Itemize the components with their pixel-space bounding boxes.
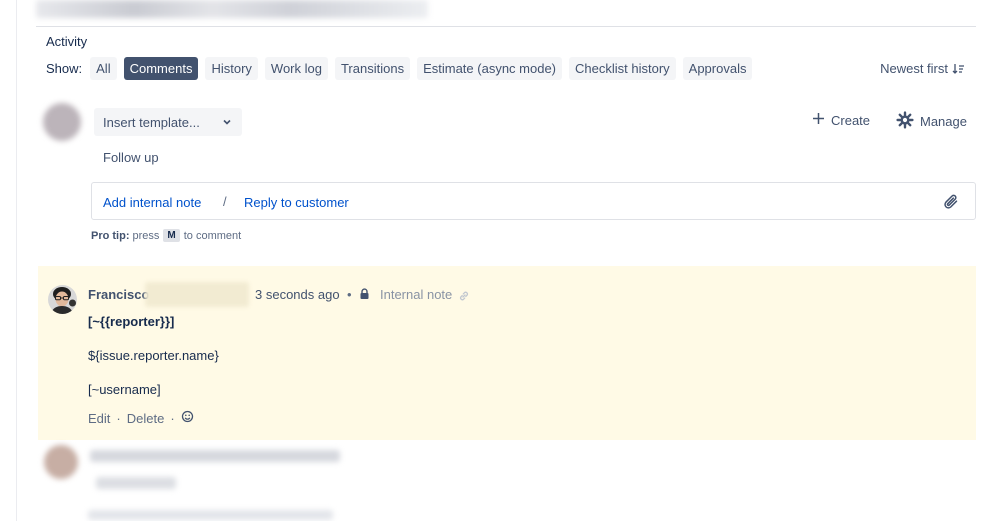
add-internal-note-link[interactable]: Add internal note bbox=[103, 195, 201, 210]
delete-comment-button[interactable]: Delete bbox=[127, 411, 165, 426]
edit-comment-button[interactable]: Edit bbox=[88, 411, 110, 426]
composer-separator: / bbox=[223, 194, 227, 209]
template-suggestion-follow-up[interactable]: Follow up bbox=[103, 150, 159, 165]
current-user-avatar bbox=[43, 103, 81, 141]
paperclip-icon[interactable] bbox=[942, 193, 960, 216]
pro-tip: Pro tip: press M to comment bbox=[91, 229, 241, 242]
manage-label: Manage bbox=[920, 114, 967, 129]
sort-icon bbox=[952, 63, 964, 75]
sort-order-button[interactable]: Newest first bbox=[880, 61, 964, 76]
protip-suffix: to comment bbox=[183, 229, 242, 242]
next-comment-body-blurred bbox=[96, 477, 176, 489]
add-reaction-icon[interactable] bbox=[181, 410, 194, 426]
meta-separator: • bbox=[347, 287, 352, 302]
filter-work-log[interactable]: Work log bbox=[264, 57, 328, 80]
comment-actions: Edit · Delete · bbox=[88, 410, 194, 426]
create-label: Create bbox=[831, 112, 871, 128]
filter-history[interactable]: History bbox=[205, 57, 258, 80]
template-placeholder: Insert template... bbox=[103, 114, 200, 130]
comment-timestamp[interactable]: 3 seconds ago bbox=[255, 287, 340, 302]
chevron-down-icon bbox=[222, 117, 232, 127]
filter-checklist-history[interactable]: Checklist history bbox=[569, 57, 676, 80]
create-template-button[interactable]: Create bbox=[812, 112, 870, 128]
blurred-author-surname bbox=[145, 282, 249, 307]
plus-icon bbox=[812, 112, 825, 128]
link-icon[interactable] bbox=[458, 289, 470, 307]
filter-transitions[interactable]: Transitions bbox=[334, 57, 411, 80]
gear-icon bbox=[896, 111, 914, 132]
filter-all[interactable]: All bbox=[90, 57, 117, 80]
insert-template-dropdown[interactable]: Insert template... bbox=[94, 108, 242, 136]
comment-body-line: [~username] bbox=[88, 382, 161, 397]
avatar bbox=[48, 285, 77, 314]
manage-templates-button[interactable]: Manage bbox=[896, 111, 967, 132]
next-comment-header-blurred bbox=[90, 450, 340, 462]
sort-label: Newest first bbox=[880, 61, 948, 76]
show-label: Show: bbox=[46, 61, 83, 76]
comment-author[interactable]: Francisco bbox=[88, 287, 149, 302]
next-comment-avatar bbox=[44, 445, 78, 479]
comment-body-line: ${issue.reporter.name} bbox=[88, 348, 219, 363]
lock-icon bbox=[359, 287, 370, 305]
activity-heading: Activity bbox=[46, 34, 88, 49]
protip-press: press bbox=[132, 229, 160, 242]
action-separator: · bbox=[170, 410, 175, 426]
left-border bbox=[16, 0, 17, 521]
keyboard-shortcut-key: M bbox=[163, 229, 180, 242]
activity-filter-bar: Show: All Comments History Work log Tran… bbox=[46, 57, 759, 80]
reply-to-customer-link[interactable]: Reply to customer bbox=[244, 195, 349, 210]
comment-body-line: [~{{reporter}}] bbox=[88, 314, 175, 329]
next-comment-body-blurred bbox=[88, 510, 333, 520]
filter-comments[interactable]: Comments bbox=[123, 57, 199, 80]
internal-note-label: Internal note bbox=[380, 287, 453, 302]
blurred-header-content bbox=[36, 0, 428, 18]
section-divider bbox=[36, 26, 976, 27]
filter-approvals[interactable]: Approvals bbox=[682, 57, 753, 80]
protip-label: Pro tip: bbox=[91, 229, 130, 242]
action-separator: · bbox=[116, 410, 121, 426]
filter-estimate[interactable]: Estimate (async mode) bbox=[417, 57, 563, 80]
